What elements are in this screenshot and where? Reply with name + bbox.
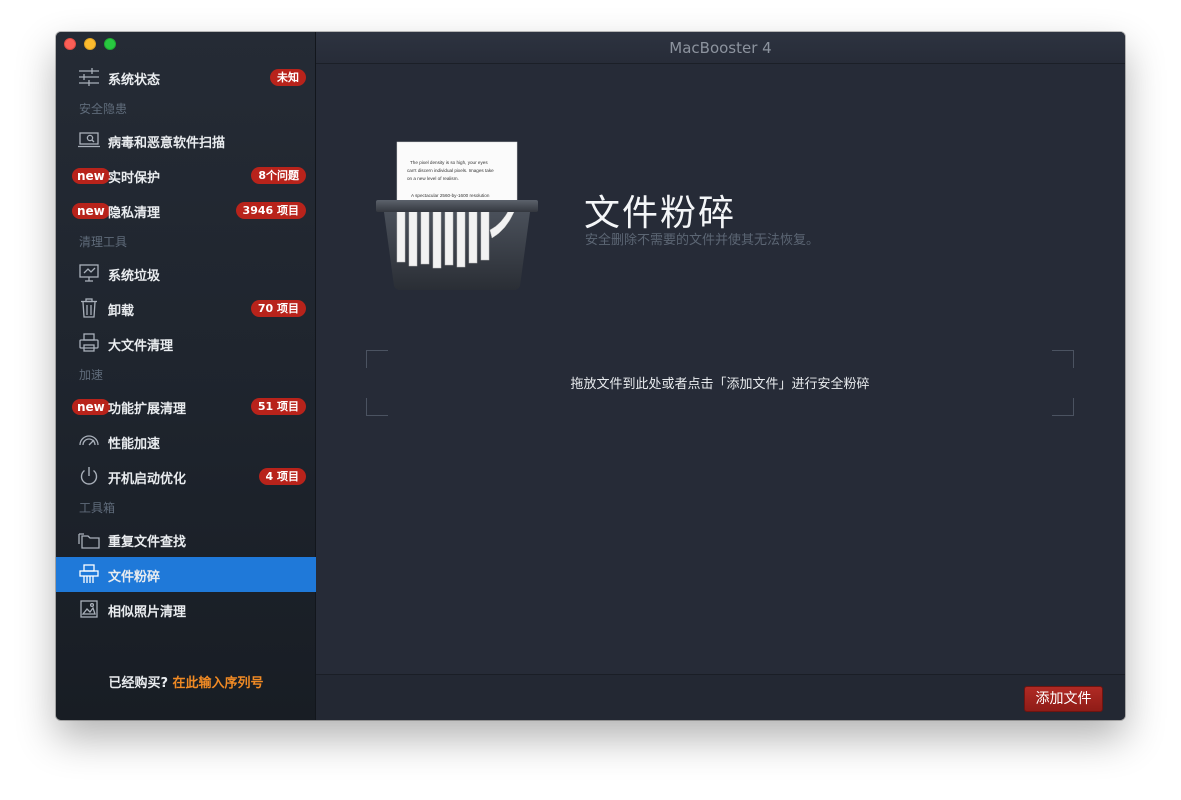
sidebar-item-system-junk[interactable]: 系统垃圾 — [56, 256, 316, 291]
photo-icon — [78, 599, 100, 619]
dropzone-instructions: 拖放文件到此处或者点击「添加文件」进行安全粉碎 — [570, 377, 870, 392]
sidebar-item-label: 功能扩展清理 — [108, 402, 187, 417]
paper-text-line: A spectacular 2560-by-1600 resolution — [411, 193, 490, 198]
trash-icon — [78, 298, 100, 318]
issue-count-badge: 8个问题 — [251, 167, 306, 184]
sidebar-item-system-status[interactable]: 系统状态 未知 — [56, 60, 316, 95]
sidebar-item-label: 重复文件查找 — [108, 535, 187, 550]
sidebar-nav: 系统状态 未知 安全隐患 病毒和恶意软件扫描 new 实时保护 8个问题 new — [56, 60, 316, 627]
feature-subtitle: 安全删除不需要的文件并使其无法恢复。 — [585, 233, 820, 248]
item-count-badge: 51 项目 — [250, 398, 306, 415]
sidebar-item-label: 大文件清理 — [108, 339, 174, 354]
sidebar-item-duplicate-finder[interactable]: 重复文件查找 — [56, 522, 316, 557]
new-badge: new — [72, 168, 110, 184]
sidebar-item-malware-scan[interactable]: 病毒和恶意软件扫描 — [56, 123, 316, 158]
close-window-button[interactable] — [64, 38, 76, 50]
file-drop-zone[interactable]: 拖放文件到此处或者点击「添加文件」进行安全粉碎 — [366, 350, 1074, 416]
item-count-badge: 4 项目 — [258, 468, 306, 485]
purchase-prompt: 已经购买? 在此输入序列号 — [56, 672, 316, 691]
new-badge: new — [72, 399, 110, 415]
add-file-button[interactable]: 添加文件 — [1024, 686, 1103, 712]
section-heading-toolbox: 工具箱 — [79, 501, 116, 515]
main-panel: MacBooster 4 The pixel density is so hig… — [316, 32, 1125, 720]
printer-icon — [78, 333, 100, 353]
sidebar-item-label: 卸载 — [108, 304, 135, 319]
power-icon — [78, 466, 100, 486]
sidebar: 系统状态 未知 安全隐患 病毒和恶意软件扫描 new 实时保护 8个问题 new — [56, 32, 316, 720]
sidebar-item-performance[interactable]: 性能加速 — [56, 424, 316, 459]
sidebar-item-privacy-clean[interactable]: new 隐私清理 3946 项目 — [56, 193, 316, 228]
folders-icon — [78, 529, 100, 549]
purchase-text: 已经购买? — [108, 676, 168, 691]
dropzone-corner — [1052, 350, 1074, 368]
sidebar-item-label: 相似照片清理 — [108, 605, 187, 620]
sidebar-item-realtime-protection[interactable]: new 实时保护 8个问题 — [56, 158, 316, 193]
app-window: 系统状态 未知 安全隐患 病毒和恶意软件扫描 new 实时保护 8个问题 new — [56, 32, 1125, 720]
section-heading-speedup: 加速 — [79, 368, 104, 382]
sidebar-item-label: 文件粉碎 — [108, 570, 161, 585]
sidebar-item-similar-photos[interactable]: 相似照片清理 — [56, 592, 316, 627]
paper-text-line: can't discern individual pixels. Images … — [407, 168, 494, 173]
laptop-scan-icon — [78, 130, 100, 150]
item-count-badge: 70 项目 — [250, 300, 306, 317]
window-title: MacBooster 4 — [316, 32, 1125, 64]
sidebar-item-label: 性能加速 — [108, 437, 161, 452]
sidebar-item-file-shredder[interactable]: 文件粉碎 — [56, 557, 316, 592]
shredder-illustration: The pixel density is so high, your eyes … — [374, 140, 540, 292]
sidebar-item-label: 开机启动优化 — [108, 472, 187, 487]
shredder-icon — [78, 564, 100, 584]
sidebar-item-large-files[interactable]: 大文件清理 — [56, 326, 316, 361]
speedometer-icon — [78, 431, 100, 451]
sidebar-item-startup[interactable]: 开机启动优化 4 项目 — [56, 459, 316, 494]
enter-serial-link[interactable]: 在此输入序列号 — [173, 676, 264, 691]
status-badge: 未知 — [270, 69, 306, 86]
sidebar-item-label: 系统垃圾 — [108, 269, 161, 284]
paper-text-line: The pixel density is so high, your eyes — [410, 160, 488, 165]
sidebar-item-extensions[interactable]: new 功能扩展清理 51 项目 — [56, 389, 316, 424]
dropzone-corner — [366, 398, 388, 416]
sidebar-item-label: 系统状态 — [108, 73, 161, 88]
sidebar-item-label: 病毒和恶意软件扫描 — [108, 136, 226, 151]
item-count-badge: 3946 项目 — [235, 202, 306, 219]
window-controls — [64, 38, 116, 50]
section-heading-security: 安全隐患 — [79, 102, 128, 116]
dropzone-corner — [366, 350, 388, 368]
sidebar-item-uninstall[interactable]: 卸载 70 项目 — [56, 291, 316, 326]
new-badge: new — [72, 203, 110, 219]
monitor-icon — [78, 263, 100, 283]
dropzone-corner — [1052, 398, 1074, 416]
section-heading-cleanup: 清理工具 — [79, 235, 128, 249]
paper-text-line: on a new level of realism. — [407, 176, 459, 181]
zoom-window-button[interactable] — [104, 38, 116, 50]
minimize-window-button[interactable] — [84, 38, 96, 50]
sidebar-item-label: 实时保护 — [108, 171, 161, 186]
bottom-bar: 添加文件 — [316, 674, 1125, 720]
sliders-icon — [78, 67, 100, 87]
sidebar-item-label: 隐私清理 — [108, 206, 161, 221]
